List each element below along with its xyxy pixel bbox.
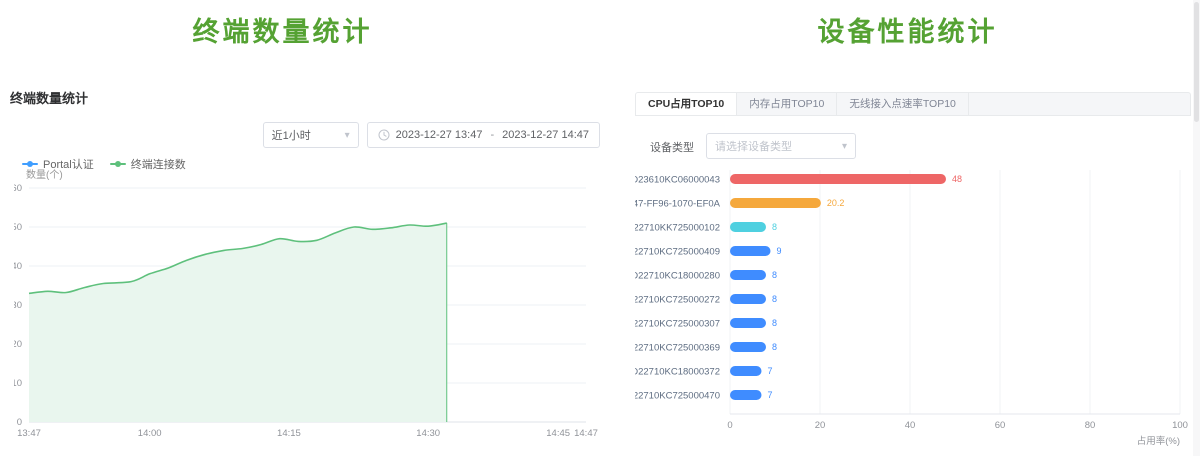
panel-title: 终端数量统计 [10,88,88,107]
terminal-count-panel: 终端数量统计 近1小时 ▾ 2023-12-27 13:47 - 2023-12… [0,0,614,456]
chevron-down-icon: ▾ [345,130,350,141]
date-range-picker[interactable]: 2023-12-27 13:47 - 2023-12-27 14:47 [367,122,600,148]
svg-text:14:15: 14:15 [277,428,301,439]
svg-text:7: 7 [768,390,773,400]
svg-text:14:00: 14:00 [138,428,162,439]
svg-text:WLD22710KC725000307: WLD22710KC725000307 [635,319,720,330]
svg-text:WLD22710KC725000470: WLD22710KC725000470 [635,391,720,402]
legend-marker [110,163,126,165]
svg-text:14:30: 14:30 [416,428,440,439]
svg-text:0: 0 [17,417,22,428]
svg-text:8: 8 [772,222,777,232]
svg-text:占用率(%): 占用率(%) [1137,435,1180,447]
date-separator: - [488,129,496,141]
page-scrollbar[interactable] [1193,0,1200,456]
svg-text:WLD22710KC18000280: WLD22710KC18000280 [635,271,720,282]
device-type-placeholder: 请选择设备类型 [715,138,792,154]
svg-text:20.2: 20.2 [827,198,845,208]
svg-text:80: 80 [1085,420,1096,431]
svg-text:6047-FF96-1070-EF0A: 6047-FF96-1070-EF0A [635,199,721,210]
svg-text:7: 7 [768,366,773,376]
svg-text:60: 60 [995,420,1006,431]
svg-text:8: 8 [772,318,777,328]
device-performance-panel: CPU占用TOP10内存占用TOP10无线接入点速率TOP10 设备类型 请选择… [620,0,1194,456]
tab-cpu-top10[interactable]: CPU占用TOP10 [636,93,737,115]
svg-text:10: 10 [14,378,22,389]
svg-text:9: 9 [777,246,782,256]
date-start: 2023-12-27 13:47 [396,129,483,141]
svg-text:40: 40 [905,420,916,431]
svg-text:WLD22710KK725000102: WLD22710KK725000102 [635,223,720,234]
cpu-top10-bar-chart: 0 20 40 60 80 100 WLD23610KC06000043 48 6047-FF9… [635,162,1193,454]
svg-text:8: 8 [772,342,777,352]
clock-icon [378,129,390,141]
svg-text:WLD22710KC18000372: WLD22710KC18000372 [635,367,720,378]
svg-text:WLD23610KC06000043: WLD23610KC06000043 [635,175,720,186]
terminal-count-area-chart: 0 10 20 30 40 50 60 13:47 14:00 14:15 14:30 14:45 14… [14,176,606,442]
time-range-value: 近1小时 [272,127,311,143]
legend-marker [22,163,38,165]
device-type-select[interactable]: 请选择设备类型 ▾ [706,133,856,159]
date-end: 2023-12-27 14:47 [502,129,589,141]
svg-text:14:47: 14:47 [574,428,598,439]
svg-text:8: 8 [772,270,777,280]
svg-text:8: 8 [772,294,777,304]
svg-text:50: 50 [14,222,22,233]
svg-text:WLD22710KC725000369: WLD22710KC725000369 [635,343,720,354]
time-range-select[interactable]: 近1小时 ▾ [263,122,359,148]
device-type-label: 设备类型 [650,139,694,155]
chart-controls: 近1小时 ▾ 2023-12-27 13:47 - 2023-12-27 14:… [263,122,600,148]
svg-text:60: 60 [14,183,22,194]
svg-text:20: 20 [14,339,22,350]
svg-text:100: 100 [1172,420,1188,431]
tab-ap-rate-top10[interactable]: 无线接入点速率TOP10 [837,93,969,115]
chevron-down-icon: ▾ [842,141,847,152]
tab-memory-top10[interactable]: 内存占用TOP10 [737,93,837,115]
legend-item[interactable]: 终端连接数 [110,156,186,172]
svg-text:30: 30 [14,300,22,311]
svg-text:48: 48 [952,174,962,184]
svg-text:0: 0 [727,420,732,431]
svg-text:14:45: 14:45 [546,428,570,439]
svg-text:20: 20 [815,420,826,431]
tab-bar: CPU占用TOP10内存占用TOP10无线接入点速率TOP10 [635,92,1191,116]
svg-text:WLD22710KC725000409: WLD22710KC725000409 [635,247,720,258]
legend-label: 终端连接数 [131,156,186,172]
svg-text:40: 40 [14,261,22,272]
scrollbar-thumb[interactable] [1194,2,1199,122]
svg-text:WLD22710KC725000272: WLD22710KC725000272 [635,295,720,306]
svg-text:13:47: 13:47 [17,428,41,439]
